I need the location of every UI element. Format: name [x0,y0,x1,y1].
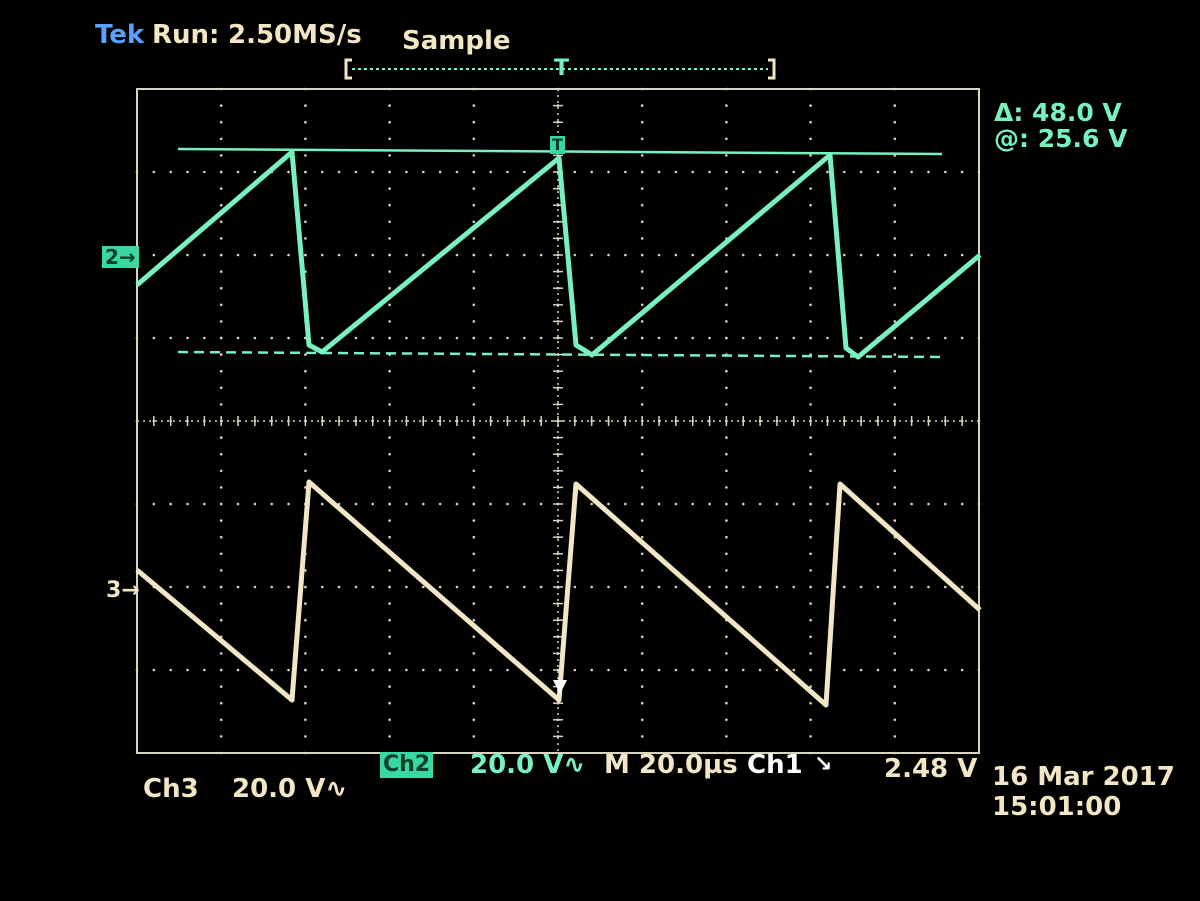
sample-rate: 2.50MS/s [228,20,362,50]
ch2-ground-marker[interactable]: 2→ [102,246,139,268]
cursor-handle-icon[interactable]: T [550,136,565,154]
cursor-at-readout: @: 25.6 V [994,124,1128,153]
run-state: Run: [152,20,220,50]
date-readout: 16 Mar 2017 [992,762,1175,792]
ch2-label: Ch2 [380,752,434,778]
timebase-readout: M 20.0µs [604,750,738,780]
trigger-position-icon: T [554,56,570,81]
trigger-level: 2.48 V [884,754,978,784]
acquisition-mode: Sample [402,26,511,56]
ch2-scale: 20.0 V∿ [470,750,586,780]
time-readout: 15:01:00 [992,792,1122,822]
ch3-ground-marker[interactable]: 3→ [106,580,140,602]
trigger-source: Ch1 [747,750,803,780]
trigger-slope-icon: ↘ [814,752,833,777]
ch3-scale: 20.0 V∿ [232,774,348,804]
graticule-grid [135,87,981,755]
brand-label: Tek [95,20,145,50]
ch3-label: Ch3 [143,774,199,804]
